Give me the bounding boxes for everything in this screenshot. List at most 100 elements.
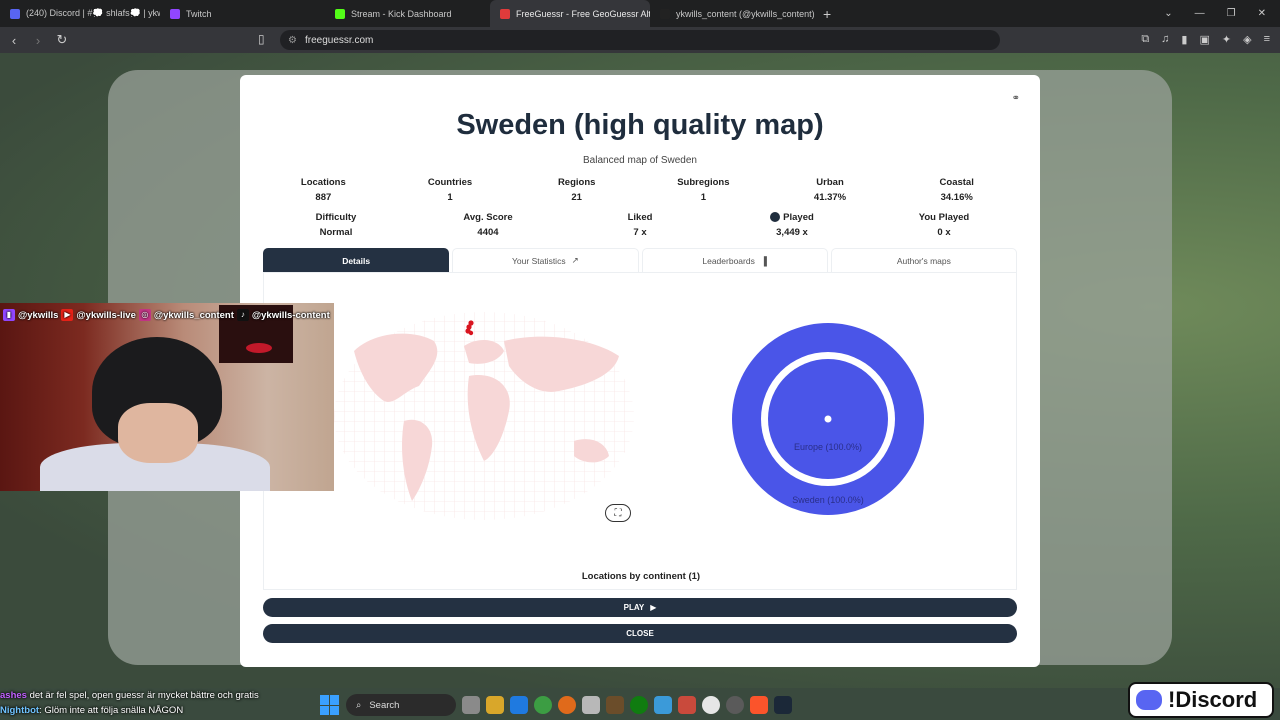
discord-icon <box>10 8 20 19</box>
menu-icon[interactable]: ≡ <box>1264 33 1270 46</box>
tiktok-icon: ♪ <box>236 309 249 321</box>
map-subtitle: Balanced map of Sweden <box>583 155 697 166</box>
stat-value: 887 <box>315 192 332 203</box>
stat-label: You Played <box>918 212 970 223</box>
tab-label: Author's maps <box>896 255 951 266</box>
center-dot <box>824 415 832 423</box>
tiktok-icon <box>660 8 670 19</box>
stat-value: 41.37% <box>813 192 847 203</box>
chat-message: Nightbot: Glöm inte att följa snälla NÅG… <box>0 705 184 716</box>
wallet-icon[interactable]: ▣ <box>1199 33 1209 46</box>
stat-value: 7 x <box>633 227 647 238</box>
twitch-icon: ▮ <box>3 309 15 321</box>
task-view-icon[interactable] <box>462 696 480 714</box>
tab-label: FreeGuessr - Free GeoGuessr Alt <box>516 8 650 19</box>
steam-icon <box>770 212 781 222</box>
minimize-icon[interactable]: — <box>1195 8 1205 19</box>
browser-tab-bar: (240) Discord | #💭 shlafs💭 | ykwills Twi… <box>0 0 1280 27</box>
obs-icon[interactable] <box>702 696 720 714</box>
url-field[interactable]: ⚙ freeguessr.com <box>280 30 1000 50</box>
freeguessr-icon <box>500 8 510 19</box>
xbox-icon[interactable] <box>630 696 648 714</box>
reload-icon[interactable]: ↻ <box>52 32 72 48</box>
world-map[interactable] <box>334 311 634 521</box>
media-icon[interactable]: ♫ <box>1161 33 1169 46</box>
new-tab-button[interactable]: + <box>815 6 839 22</box>
tab-authors-maps[interactable]: Author's maps <box>830 248 1017 272</box>
brave-icon[interactable] <box>750 696 768 714</box>
chat-text: det är fel spel, open guessr är mycket b… <box>29 690 259 701</box>
site-info-icon[interactable]: ⚙ <box>288 35 297 46</box>
tab-label: (240) Discord | #💭 shlafs💭 | ykwills <box>26 8 160 18</box>
stat-value: 34.16% <box>940 192 973 203</box>
start-icon[interactable] <box>320 695 340 715</box>
app-icon[interactable] <box>582 696 600 714</box>
ai-icon[interactable]: ✦ <box>1222 33 1231 46</box>
edge-icon[interactable] <box>654 696 672 714</box>
fullscreen-button[interactable]: ⛶ <box>605 504 631 522</box>
tab-twitch[interactable]: Twitch <box>160 0 325 27</box>
inner-ring-label: Europe (100.0%) <box>794 442 862 452</box>
social-handle: @ykwills_content <box>153 309 234 321</box>
discord-overlay-badge: !Discord <box>1128 682 1274 718</box>
social-handle: @ykwills <box>18 309 59 321</box>
tab-discord[interactable]: (240) Discord | #💭 shlafs💭 | ykwills <box>0 0 160 27</box>
instagram-icon: ◎ <box>138 309 151 321</box>
firefox-icon[interactable] <box>558 696 576 714</box>
stats-row-1: Locations 887 Countries 1 Regions 21 Subreg… <box>260 177 1020 203</box>
kick-icon <box>335 8 345 19</box>
chat-text: Glöm inte att följa snälla NÅGON <box>44 705 184 716</box>
map-details-modal: ⚭ Sweden (high quality map) Balanced map… <box>240 75 1040 667</box>
stat-label: Regions <box>557 177 596 188</box>
youtube-icon: ▶ <box>61 309 74 321</box>
chat-message: ashes det är fel spel, open guessr är my… <box>0 690 320 705</box>
stat-locations: Locations 887 <box>260 177 387 203</box>
stats-row-2: Difficulty Normal Avg. Score 4404 Liked 7 x… <box>260 212 1020 238</box>
expand-icon: ⛶ <box>614 507 622 519</box>
outer-ring-label: Sweden (100.0%) <box>792 495 864 505</box>
tab-details[interactable]: Details <box>263 248 450 272</box>
settings-app-icon[interactable] <box>726 696 744 714</box>
tab-tiktok[interactable]: ykwills_content (@ykwills_content) | <box>650 0 815 27</box>
tab-kick[interactable]: Stream - Kick Dashboard <box>325 0 490 27</box>
continent-heading: Locations by continent (1) <box>581 571 701 582</box>
forward-icon[interactable]: › <box>28 33 48 48</box>
play-label: PLAY <box>623 603 645 612</box>
stat-value: 0 x <box>937 227 951 238</box>
webcam-overlay: ▮ @ykwills ▶ @ykwills-live ◎ @ykwills_co… <box>0 303 334 491</box>
tab-label: Your Statistics <box>512 255 566 266</box>
stream-chat-overlay: ashes det är fel spel, open guessr är my… <box>0 690 320 720</box>
vpn-icon[interactable]: ◈ <box>1243 33 1251 46</box>
stat-label: Coastal <box>939 177 974 188</box>
bookmark-icon[interactable]: ▯ <box>258 32 265 46</box>
sidebar-icon[interactable]: ▮ <box>1181 33 1187 46</box>
extensions-icon[interactable]: ⧉ <box>1141 33 1149 46</box>
stat-label: Countries <box>427 177 473 188</box>
taskbar-search[interactable]: ⌕ Search <box>346 694 456 716</box>
bar-chart-icon: ▐ <box>760 255 767 266</box>
social-handle: @ykwills-content <box>251 309 330 321</box>
stat-avg-score: Avg. Score 4404 <box>412 212 564 238</box>
tab-search-icon[interactable]: ⌄ <box>1164 8 1172 19</box>
back-icon[interactable]: ‹ <box>4 33 24 48</box>
discord-logo-icon <box>1136 690 1162 710</box>
store-icon[interactable] <box>510 696 528 714</box>
rockstar-icon[interactable] <box>606 696 624 714</box>
maximize-icon[interactable]: ❐ <box>1227 8 1236 19</box>
tab-your-statistics[interactable]: Your Statistics ↗ <box>452 248 639 272</box>
link-icon[interactable]: ⚭ <box>1012 93 1020 104</box>
winrar-icon[interactable] <box>678 696 696 714</box>
file-explorer-icon[interactable] <box>486 696 504 714</box>
steam-taskbar-icon[interactable] <box>774 696 792 714</box>
stat-countries: Countries 1 <box>387 177 514 203</box>
tab-freeguessr[interactable]: FreeGuessr - Free GeoGuessr Alt ✕ <box>490 0 650 27</box>
tab-leaderboards[interactable]: Leaderboards ▐ <box>641 248 828 272</box>
close-label: CLOSE <box>626 629 654 638</box>
stat-value: 1 <box>700 192 706 203</box>
tab-label: Details <box>342 255 371 266</box>
stat-difficulty: Difficulty Normal <box>260 212 412 238</box>
play-button[interactable]: PLAY ▶ <box>263 598 1017 617</box>
chrome-icon[interactable] <box>534 696 552 714</box>
close-window-icon[interactable]: ✕ <box>1258 8 1266 19</box>
close-button[interactable]: CLOSE <box>263 624 1017 643</box>
